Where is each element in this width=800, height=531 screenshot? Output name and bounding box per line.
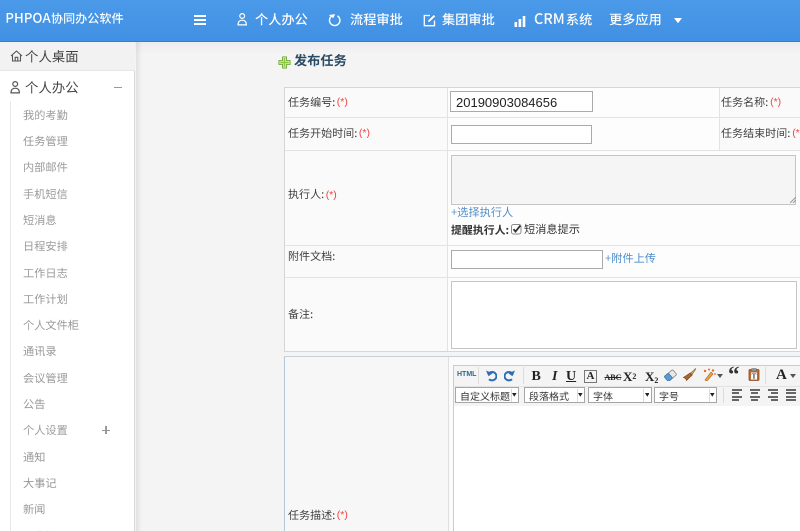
svg-text:T: T (751, 373, 756, 381)
